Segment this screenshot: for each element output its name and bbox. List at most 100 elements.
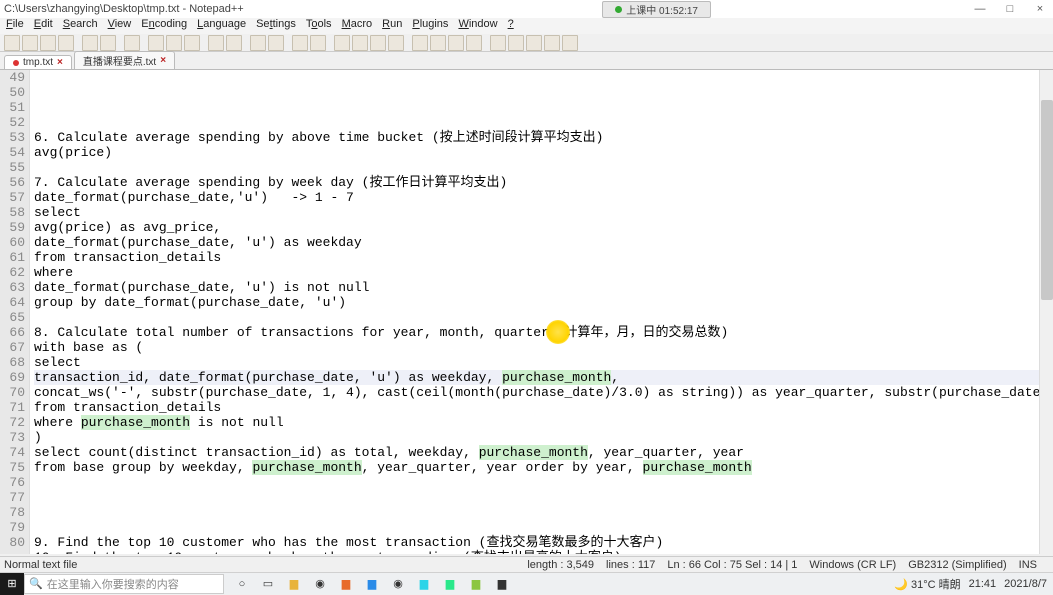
toolbar-copy-icon[interactable] xyxy=(166,35,182,51)
toolbar-new-icon[interactable] xyxy=(4,35,20,51)
menu-macro[interactable]: Macro xyxy=(338,18,377,34)
code-line[interactable] xyxy=(34,115,1053,130)
code-line[interactable]: from transaction_details xyxy=(34,400,1053,415)
code-line[interactable]: 8. Calculate total number of transaction… xyxy=(34,325,1053,340)
menu-edit[interactable]: Edit xyxy=(30,18,57,34)
code-line[interactable] xyxy=(34,160,1053,175)
tray-date[interactable]: 2021/8/7 xyxy=(1004,578,1047,590)
toolbar-paste-icon[interactable] xyxy=(184,35,200,51)
menu-language[interactable]: Language xyxy=(193,18,250,34)
code-line[interactable]: 10. Find the top 10 customer who has the… xyxy=(34,550,1053,554)
app2-icon[interactable]: ▆ xyxy=(362,574,382,594)
menu-search[interactable]: Search xyxy=(59,18,102,34)
code-line[interactable]: from transaction_details xyxy=(34,250,1053,265)
scrollbar-thumb[interactable] xyxy=(1041,100,1053,300)
toolbar-cut-icon[interactable] xyxy=(148,35,164,51)
code-line[interactable]: where purchase_month is not null xyxy=(34,415,1053,430)
code-line[interactable]: from base group by weekday, purchase_mon… xyxy=(34,460,1053,475)
code-line[interactable] xyxy=(34,475,1053,490)
chrome-icon[interactable]: ◉ xyxy=(310,574,330,594)
menu-run[interactable]: Run xyxy=(378,18,406,34)
menu-file[interactable]: File xyxy=(2,18,28,34)
toolbar-folder-icon[interactable] xyxy=(412,35,428,51)
toolbar-find-icon[interactable] xyxy=(250,35,266,51)
toolbar-wrap-icon[interactable] xyxy=(352,35,368,51)
toolbar-rec-icon[interactable] xyxy=(490,35,506,51)
menu-help[interactable]: ? xyxy=(504,18,518,34)
menu-view[interactable]: View xyxy=(104,18,136,34)
menu-tools[interactable]: Tools xyxy=(302,18,336,34)
toolbar-savemacro-icon[interactable] xyxy=(562,35,578,51)
code-line[interactable]: ) xyxy=(34,430,1053,445)
app1-icon[interactable]: ▆ xyxy=(336,574,356,594)
toolbar-close-icon[interactable] xyxy=(82,35,98,51)
toolbar-indent-icon[interactable] xyxy=(388,35,404,51)
misc-icon[interactable]: ▆ xyxy=(492,574,512,594)
code-line[interactable] xyxy=(34,505,1053,520)
menu-settings[interactable]: Settings xyxy=(252,18,300,34)
explorer-icon[interactable]: ▆ xyxy=(284,574,304,594)
code-line[interactable]: date_format(purchase_date, 'u') as weekd… xyxy=(34,235,1053,250)
toolbar-func-icon[interactable] xyxy=(448,35,464,51)
tray-time[interactable]: 21:41 xyxy=(969,578,997,590)
code-line[interactable]: avg(price) as avg_price, xyxy=(34,220,1053,235)
tab-close-icon[interactable]: × xyxy=(160,55,166,66)
toolbar-zoomin-icon[interactable] xyxy=(292,35,308,51)
toolbar-play-icon[interactable] xyxy=(526,35,542,51)
menu-plugins[interactable]: Plugins xyxy=(408,18,452,34)
toolbar-zoomout-icon[interactable] xyxy=(310,35,326,51)
code-line[interactable]: with base as ( xyxy=(34,340,1053,355)
toolbar-playmul-icon[interactable] xyxy=(544,35,560,51)
code-line[interactable]: transaction_id, date_format(purchase_dat… xyxy=(34,370,1053,385)
code-line[interactable]: where xyxy=(34,265,1053,280)
code-line[interactable] xyxy=(34,490,1053,505)
tab-close-icon[interactable]: × xyxy=(57,57,63,68)
maximize-button[interactable]: □ xyxy=(1001,3,1019,15)
code-line[interactable]: select xyxy=(34,355,1053,370)
cortana-icon[interactable]: ○ xyxy=(232,574,252,594)
toolbar-open-icon[interactable] xyxy=(22,35,38,51)
close-button[interactable]: × xyxy=(1031,3,1049,15)
weather-tray[interactable]: 🌙 31°C 晴朗 xyxy=(894,576,960,592)
toolbar-redo-icon[interactable] xyxy=(226,35,242,51)
toolbar-replace-icon[interactable] xyxy=(268,35,284,51)
toolbar-doc-icon[interactable] xyxy=(430,35,446,51)
toolbar-allchars-icon[interactable] xyxy=(370,35,386,51)
code-line[interactable]: select xyxy=(34,205,1053,220)
code-line[interactable]: group by date_format(purchase_date, 'u') xyxy=(34,295,1053,310)
code-line[interactable]: avg(price) xyxy=(34,145,1053,160)
code-line[interactable]: 9. Find the top 10 customer who has the … xyxy=(34,535,1053,550)
code-line[interactable]: select count(distinct transaction_id) as… xyxy=(34,445,1053,460)
app4-icon[interactable]: ▆ xyxy=(440,574,460,594)
start-button[interactable]: ⊞ xyxy=(0,573,24,595)
toolbar-saveall-icon[interactable] xyxy=(58,35,74,51)
chrome2-icon[interactable]: ◉ xyxy=(388,574,408,594)
menu-window[interactable]: Window xyxy=(454,18,501,34)
tab-notes[interactable]: 直播课程要点.txt × xyxy=(74,51,175,69)
code-line[interactable] xyxy=(34,520,1053,535)
toolbar-sync-icon[interactable] xyxy=(334,35,350,51)
recording-badge[interactable]: 上课中 01:52:17 xyxy=(602,1,711,18)
notepadpp-icon[interactable]: ▆ xyxy=(466,574,486,594)
minimize-button[interactable]: — xyxy=(971,3,989,15)
code-line[interactable] xyxy=(34,310,1053,325)
menu-encoding[interactable]: Encoding xyxy=(137,18,191,34)
toolbar-closeall-icon[interactable] xyxy=(100,35,116,51)
toolbar-save-icon[interactable] xyxy=(40,35,56,51)
code-line[interactable]: 6. Calculate average spending by above t… xyxy=(34,130,1053,145)
code-line[interactable]: date_format(purchase_date,'u') -> 1 - 7 xyxy=(34,190,1053,205)
taskbar-search[interactable]: 🔍 在这里输入你要搜索的内容 xyxy=(24,574,224,594)
toolbar-map-icon[interactable] xyxy=(466,35,482,51)
app3-icon[interactable]: ▆ xyxy=(414,574,434,594)
code-line[interactable]: 7. Calculate average spending by week da… xyxy=(34,175,1053,190)
code-area[interactable]: 6. Calculate average spending by above t… xyxy=(30,70,1053,554)
code-line[interactable]: concat_ws('-', substr(purchase_date, 1, … xyxy=(34,385,1053,400)
code-line[interactable]: date_format(purchase_date, 'u') is not n… xyxy=(34,280,1053,295)
vertical-scrollbar[interactable] xyxy=(1039,70,1053,554)
toolbar-stop-icon[interactable] xyxy=(508,35,524,51)
toolbar-print-icon[interactable] xyxy=(124,35,140,51)
tab-tmp[interactable]: tmp.txt × xyxy=(4,55,72,69)
toolbar-undo-icon[interactable] xyxy=(208,35,224,51)
editor-area[interactable]: 4950515253545556575859606162636465666768… xyxy=(0,70,1053,554)
taskview-icon[interactable]: ▭ xyxy=(258,574,278,594)
